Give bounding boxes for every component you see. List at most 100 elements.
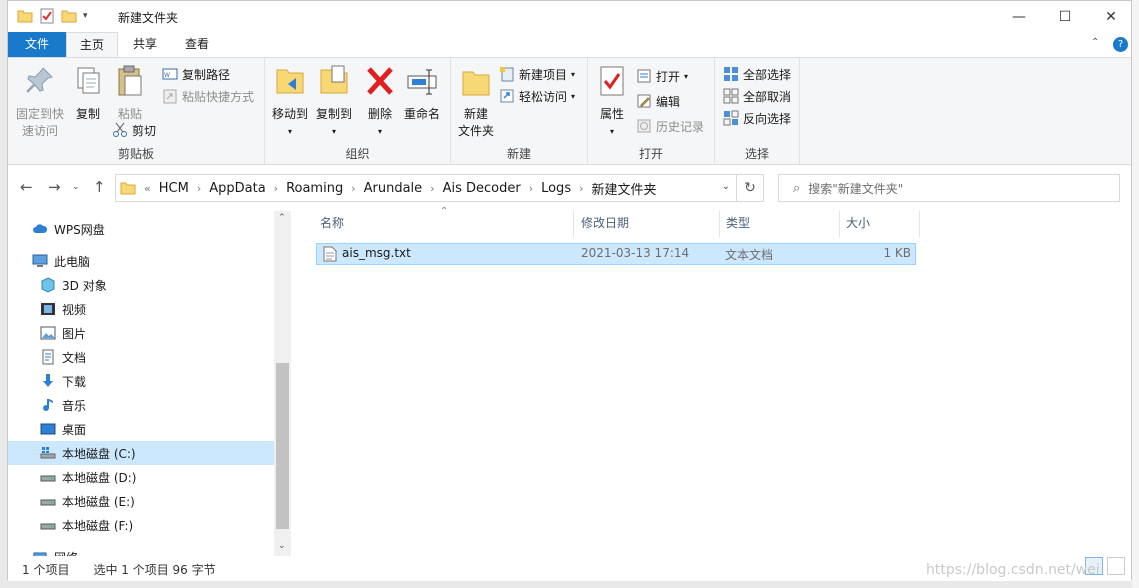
- breadcrumb-ais-decoder[interactable]: Ais Decoder ›: [443, 181, 534, 196]
- rename-button[interactable]: 重命名: [401, 64, 443, 123]
- breadcrumb-logs[interactable]: Logs ›: [541, 181, 583, 196]
- breadcrumb-separator-icon[interactable]: ›: [274, 182, 278, 195]
- breadcrumb-roaming[interactable]: Roaming ›: [286, 181, 356, 196]
- search-box[interactable]: ⌕ 搜索"新建文件夹": [778, 174, 1120, 202]
- open-button[interactable]: 打开 ▾: [636, 66, 688, 86]
- properties-button[interactable]: 属性 ▾: [594, 64, 630, 140]
- file-name: ais_msg.txt: [342, 246, 411, 260]
- nav-item-drive-c[interactable]: 本地磁盘 (C:): [8, 441, 274, 465]
- cut-button[interactable]: 剪切: [112, 120, 156, 140]
- collapse-ribbon-chevron-icon[interactable]: ⌃: [1091, 37, 1099, 48]
- breadcrumb-separator-icon[interactable]: ›: [579, 182, 583, 195]
- nav-item-drive-f[interactable]: 本地磁盘 (F:): [8, 513, 274, 537]
- maximize-button[interactable]: ☐: [1042, 1, 1088, 32]
- address-history-chevron-icon[interactable]: ⌄: [722, 181, 730, 192]
- cloud-icon: [33, 224, 48, 233]
- paste-shortcut-button[interactable]: 粘贴快捷方式: [162, 86, 254, 106]
- nav-item-network[interactable]: 网络: [8, 545, 274, 556]
- breadcrumb-overflow[interactable]: «: [144, 182, 151, 195]
- tab-view[interactable]: 查看: [172, 32, 222, 57]
- nav-item-this-pc[interactable]: 此电脑: [8, 249, 274, 273]
- paste-button[interactable]: 粘贴: [112, 64, 148, 123]
- breadcrumb-separator-icon[interactable]: ›: [351, 182, 355, 195]
- properties-check-icon[interactable]: [39, 8, 55, 24]
- paste-shortcut-icon: [163, 89, 177, 104]
- breadcrumb-hcm[interactable]: HCM ›: [159, 181, 201, 196]
- search-placeholder: 搜索"新建文件夹": [808, 181, 904, 196]
- breadcrumb-separator-icon[interactable]: ›: [430, 182, 434, 195]
- new-folder-icon[interactable]: [61, 8, 77, 24]
- move-to-button[interactable]: 移动到 ▾: [269, 64, 311, 140]
- nav-pane-scrollbar[interactable]: ⌃ ⌄: [274, 211, 291, 556]
- group-clipboard: 固定到快 速访问 复制 粘贴 W 复制路径 粘贴快捷方式 剪切 剪贴板: [8, 58, 265, 165]
- nav-item-drive-e[interactable]: 本地磁盘 (E:): [8, 489, 274, 513]
- history-icon: [637, 119, 651, 133]
- breadcrumb-arundale[interactable]: Arundale ›: [364, 181, 435, 196]
- nav-item-3d-objects[interactable]: 3D 对象: [8, 273, 274, 297]
- minimize-button[interactable]: —: [996, 1, 1042, 32]
- nav-item-music[interactable]: 音乐: [8, 393, 274, 417]
- help-icon[interactable]: ?: [1113, 37, 1128, 52]
- close-button[interactable]: ✕: [1088, 1, 1134, 32]
- breadcrumb-current-folder[interactable]: 新建文件夹: [592, 179, 657, 198]
- music-icon: [43, 399, 53, 412]
- breadcrumb-appdata[interactable]: AppData ›: [209, 181, 278, 196]
- drive-icon: [40, 499, 56, 506]
- large-icons-view-button[interactable]: [1107, 557, 1125, 575]
- back-arrow-icon[interactable]: ←: [20, 178, 33, 196]
- column-header-size[interactable]: 大小: [840, 211, 920, 237]
- breadcrumb-separator-icon[interactable]: ›: [529, 182, 533, 195]
- scissors-icon: [113, 122, 127, 137]
- quick-access-toolbar: ▾: [17, 8, 88, 24]
- copy-icon: [77, 67, 100, 94]
- address-box[interactable]: « HCM › AppData › Roaming › Arundale › Ais D…: [115, 174, 737, 202]
- edit-button[interactable]: 编辑: [636, 91, 680, 111]
- invert-selection-button[interactable]: 反向选择: [723, 108, 791, 128]
- new-item-button[interactable]: 新建项目 ▾: [499, 64, 575, 84]
- nav-item-downloads[interactable]: 下载: [8, 369, 274, 393]
- breadcrumb-separator-icon[interactable]: ›: [197, 182, 201, 195]
- nav-item-pictures[interactable]: 图片: [8, 321, 274, 345]
- text-file-icon: [323, 246, 337, 262]
- column-header-name[interactable]: 名称: [314, 211, 574, 237]
- nav-item-wps-cloud[interactable]: WPS网盘: [8, 217, 274, 241]
- select-none-button[interactable]: 全部取消: [723, 86, 791, 106]
- group-open: 属性 ▾ 打开 ▾ 编辑 历史记录 打开: [588, 58, 715, 165]
- up-arrow-icon[interactable]: ↑: [93, 178, 106, 196]
- refresh-button[interactable]: ↻: [737, 174, 764, 202]
- delete-chevron-icon: ▾: [377, 127, 382, 136]
- tab-share[interactable]: 共享: [120, 32, 170, 57]
- delete-button[interactable]: 删除 ▾: [363, 64, 397, 140]
- scroll-up-chevron-icon[interactable]: ⌃: [278, 213, 286, 223]
- cube-icon: [41, 277, 55, 293]
- open-chevron-icon: ▾: [684, 71, 689, 81]
- select-all-icon: [724, 67, 738, 81]
- nav-item-documents[interactable]: 文档: [8, 345, 274, 369]
- table-row[interactable]: ais_msg.txt 2021-03-13 17:14 文本文档 1 KB: [316, 243, 916, 265]
- copy-path-button[interactable]: W 复制路径: [162, 64, 230, 84]
- recent-locations-chevron-icon[interactable]: ⌄: [72, 182, 80, 192]
- watermark: https://blog.csdn.net/wei: [926, 562, 1100, 578]
- forward-arrow-icon[interactable]: →: [48, 178, 61, 196]
- nav-item-videos[interactable]: 视频: [8, 297, 274, 321]
- new-folder-button[interactable]: 新建 文件夹: [455, 64, 497, 140]
- new-folder-large-icon: [462, 71, 490, 96]
- file-modified: 2021-03-13 17:14: [581, 246, 690, 260]
- nav-item-desktop[interactable]: 桌面: [8, 417, 274, 441]
- history-button[interactable]: 历史记录: [636, 116, 704, 136]
- customize-toolbar-chevron-icon[interactable]: ▾: [83, 11, 88, 21]
- background-window-strip: [1132, 0, 1139, 588]
- copy-button[interactable]: 复制: [70, 64, 106, 123]
- copy-to-button[interactable]: 复制到 ▾: [313, 64, 355, 140]
- tab-file[interactable]: 文件: [8, 32, 66, 57]
- easy-access-button[interactable]: 轻松访问 ▾: [499, 86, 575, 106]
- column-header-modified[interactable]: 修改日期: [575, 211, 720, 237]
- column-header-type[interactable]: 类型: [720, 211, 840, 237]
- pin-quick-access-button[interactable]: 固定到快 速访问: [14, 64, 66, 140]
- scroll-down-chevron-icon[interactable]: ⌄: [278, 541, 286, 551]
- nav-item-drive-d[interactable]: 本地磁盘 (D:): [8, 465, 274, 489]
- properties-chevron-icon: ▾: [609, 127, 614, 136]
- select-all-button[interactable]: 全部选择: [723, 64, 791, 84]
- nav-pane-scroll-thumb[interactable]: [276, 363, 289, 529]
- tab-home[interactable]: 主页: [66, 32, 118, 57]
